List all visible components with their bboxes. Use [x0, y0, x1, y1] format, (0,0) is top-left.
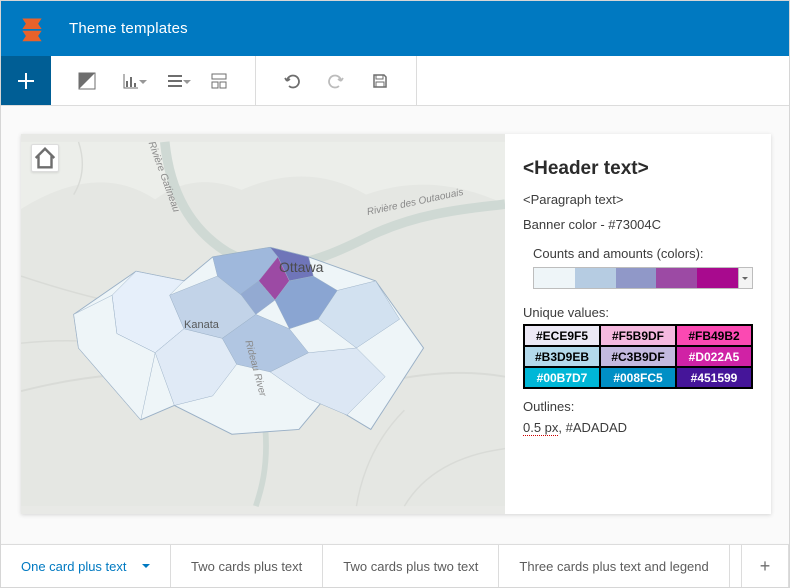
unique-value-swatch[interactable]: #B3D9EB [524, 346, 600, 367]
card-options-button[interactable] [65, 56, 109, 106]
page-tabs: One card plus text Two cards plus text Two… [1, 544, 789, 587]
chart-button[interactable] [109, 56, 153, 106]
outlines-px: 0.5 px [523, 420, 558, 436]
unique-values-label: Unique values: [523, 305, 753, 320]
table-button[interactable] [153, 56, 197, 106]
unique-value-swatch[interactable]: #D022A5 [676, 346, 752, 367]
titlebar: Theme templates [1, 1, 789, 56]
theme-side-panel: <Header text> <Paragraph text> Banner co… [505, 134, 771, 514]
page-tab[interactable]: Three cards plus text and legend [499, 545, 729, 587]
app-logo-icon [17, 14, 47, 44]
page-tab[interactable]: Two cards plus two text [323, 545, 499, 587]
page-tab[interactable]: Two cards plus text [171, 545, 323, 587]
main-toolbar [1, 56, 789, 106]
page-tab[interactable]: One card plus text [1, 545, 171, 587]
page-tab-label: Two cards plus two text [343, 559, 478, 574]
outlines-value: 0.5 px, #ADADAD [523, 420, 753, 435]
header-text-placeholder[interactable]: <Header text> [523, 158, 753, 180]
unique-value-swatch[interactable]: #C3B9DF [600, 346, 676, 367]
page-tab-label: Two cards plus text [191, 559, 302, 574]
page-tab-label: One card plus text [21, 559, 127, 574]
add-button[interactable] [1, 56, 51, 105]
ramp-dropdown-icon[interactable] [738, 268, 752, 288]
page-title: Theme templates [69, 20, 188, 37]
map-preview[interactable]: Ottawa Kanata Rivière Gatineau Rivière d… [21, 134, 505, 514]
map-home-button[interactable] [31, 144, 59, 172]
ramp-stop [534, 268, 575, 288]
redo-button[interactable] [314, 56, 358, 106]
unique-value-swatch[interactable]: #008FC5 [600, 367, 676, 388]
unique-value-swatch[interactable]: #451599 [676, 367, 752, 388]
workspace: Ottawa Kanata Rivière Gatineau Rivière d… [1, 106, 789, 543]
banner-color-text: Banner color - #73004C [523, 217, 753, 232]
ramp-stop [656, 268, 697, 288]
paragraph-text-placeholder[interactable]: <Paragraph text> [523, 192, 753, 207]
unique-value-swatch[interactable]: #00B7D7 [524, 367, 600, 388]
unique-value-swatch[interactable]: #FB49B2 [676, 325, 752, 346]
map-svg [21, 134, 505, 514]
ramp-stop [575, 268, 616, 288]
undo-button[interactable] [270, 56, 314, 106]
save-button[interactable] [358, 56, 402, 106]
ramp-label: Counts and amounts (colors): [523, 246, 753, 261]
chevron-down-icon [142, 564, 150, 572]
unique-value-swatch[interactable]: #ECE9F5 [524, 325, 600, 346]
outlines-color: , #ADADAD [558, 420, 627, 435]
page-tab-label: Three cards plus text and legend [519, 559, 708, 574]
add-page-tab[interactable]: + [741, 545, 789, 587]
outlines-label: Outlines: [523, 399, 753, 414]
ramp-stop [616, 268, 657, 288]
unique-value-swatch[interactable]: #F5B9DF [600, 325, 676, 346]
ramp-stop [697, 268, 738, 288]
widget-button[interactable] [197, 56, 241, 106]
theme-card: Ottawa Kanata Rivière Gatineau Rivière d… [21, 134, 771, 514]
color-ramp-selector[interactable] [533, 267, 753, 289]
unique-values-grid: #ECE9F5#F5B9DF#FB49B2 #B3D9EB#C3B9DF#D022… [523, 324, 753, 389]
